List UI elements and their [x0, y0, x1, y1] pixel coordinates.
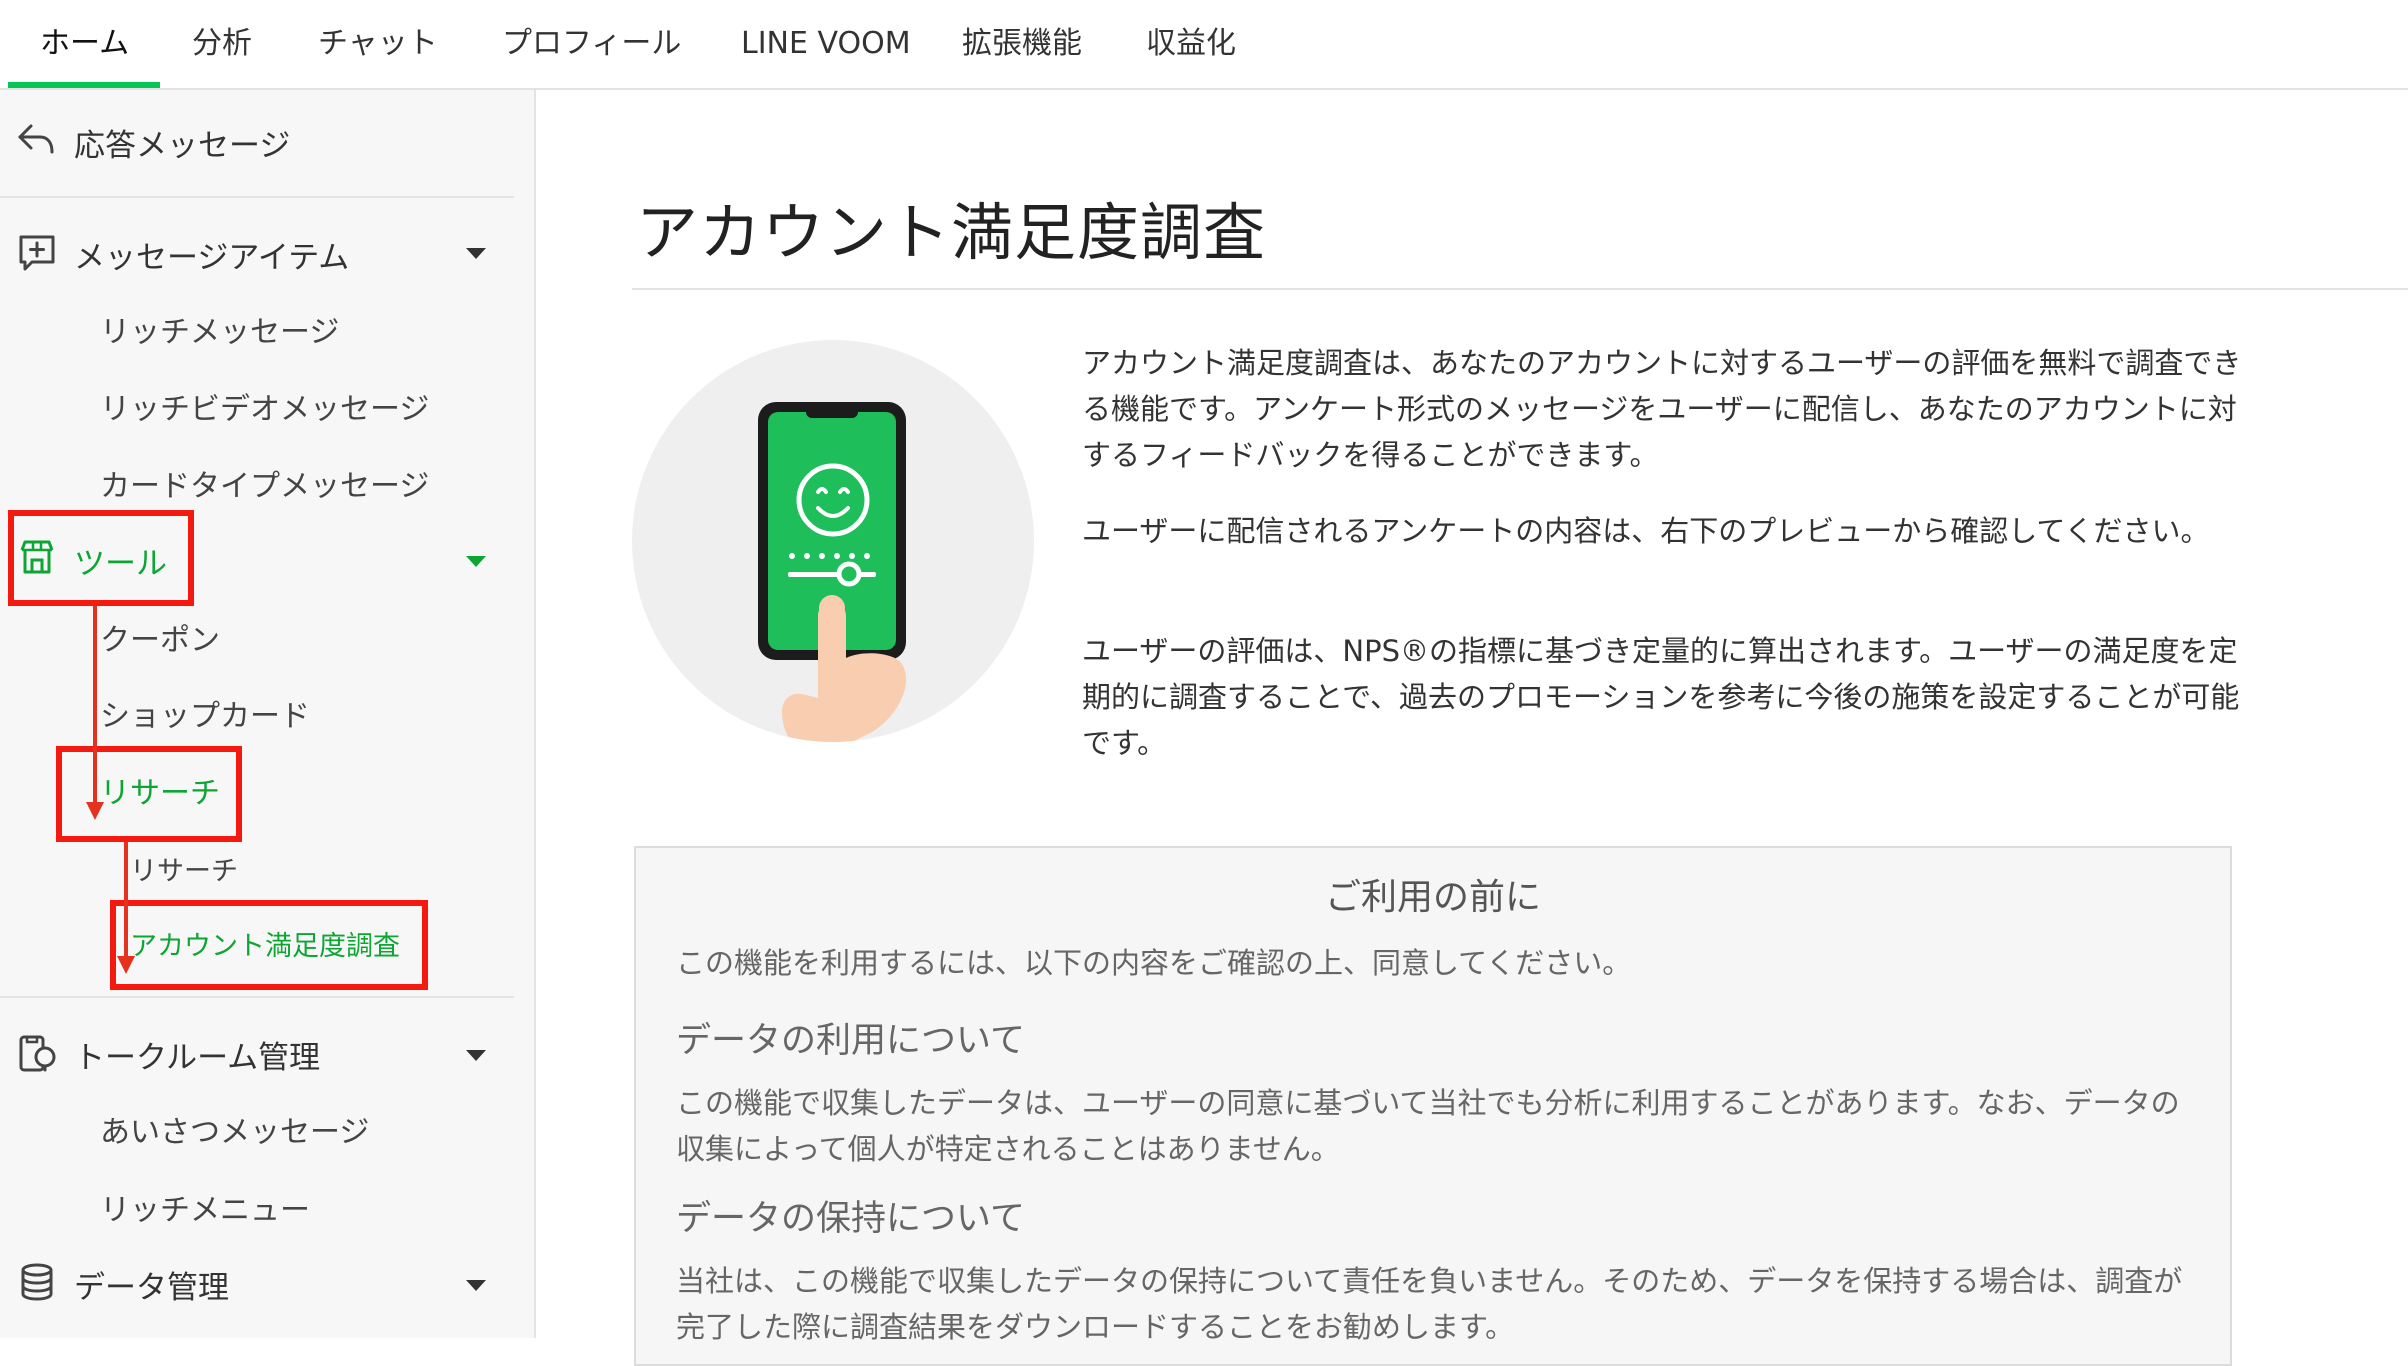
tab-profile[interactable]: プロフィール [502, 0, 681, 88]
sidebar-divider [0, 196, 514, 198]
tab-monetization[interactable]: 収益化 [1146, 0, 1236, 88]
sidebar-item-rich-video-message[interactable]: リッチビデオメッセージ [100, 384, 429, 428]
description-paragraph: ユーザーの評価は、NPS®の指標に基づき定量的に算出されます。ユーザーの満足度を… [1082, 634, 2240, 760]
message-add-icon [19, 235, 55, 271]
survey-phone-illustration [632, 340, 1034, 742]
chat-room-icon [19, 1035, 56, 1072]
page-title: アカウント満足度調査 [636, 196, 1267, 269]
description-paragraph: ユーザーに配信されるアンケートの内容は、右下のプレビューから確認してください。 [1082, 514, 2210, 548]
notice-intro: この機能を利用するには、以下の内容をご確認の上、同意してください。 [676, 946, 1632, 980]
title-divider [632, 288, 2408, 290]
sidebar-item-coupon[interactable]: クーポン [100, 615, 220, 659]
notice-section-heading: データの利用について [676, 1021, 1025, 1061]
sidebar: 応答メッセージ メッセージアイテム リッチメッセージ リッチビデオメッセージ カ… [0, 90, 536, 1338]
sidebar-item-research-sub[interactable]: リサーチ [130, 849, 238, 888]
tab-chat[interactable]: チャット [318, 0, 438, 88]
terms-notice-panel: ご利用の前に この機能を利用するには、以下の内容をご確認の上、同意してください。… [634, 846, 2232, 1366]
active-tab-indicator [8, 82, 160, 88]
chevron-down-icon[interactable] [466, 248, 486, 259]
notice-title: ご利用の前に [1324, 877, 1541, 918]
notice-section-body: 当社は、この機能で収集したデータの保持について責任を負いません。そのため、データ… [676, 1264, 2183, 1344]
sidebar-divider [0, 996, 514, 998]
highlight-survey-box [110, 900, 428, 990]
notice-section-body: この機能で収集したデータは、ユーザーの同意に基づいて当社でも分析に利用することが… [676, 1086, 2180, 1166]
chevron-down-icon[interactable] [466, 1280, 486, 1291]
database-icon [21, 1263, 53, 1301]
highlight-research-box [56, 746, 242, 842]
annotation-arrow-line [93, 606, 97, 806]
reply-icon [18, 124, 54, 154]
description-paragraph: アカウント満足度調査は、あなたのアカウントに対するユーザーの評価を無料で調査でき… [1082, 346, 2242, 472]
annotation-arrow-head [86, 802, 104, 820]
sidebar-item-rich-menu[interactable]: リッチメニュー [100, 1185, 310, 1229]
tab-line-voom[interactable]: LINE VOOM [741, 0, 911, 88]
tab-extensions[interactable]: 拡張機能 [962, 0, 1082, 88]
sidebar-item-auto-reply[interactable]: 応答メッセージ [74, 120, 290, 165]
main-content: アカウント満足度調査 アカウント満足度調査は、あなたのアカウントに対するユーザー… [536, 90, 2408, 1366]
tab-analytics[interactable]: 分析 [192, 0, 252, 88]
top-navigation: ホーム 分析 チャット プロフィール LINE VOOM 拡張機能 収益化 [0, 0, 2408, 90]
highlight-tools-box [8, 510, 194, 606]
sidebar-item-message-items[interactable]: メッセージアイテム [74, 232, 349, 277]
annotation-arrow-head [117, 956, 135, 974]
sidebar-item-rich-message[interactable]: リッチメッセージ [100, 307, 339, 351]
chevron-down-icon[interactable] [466, 556, 486, 567]
sidebar-item-greeting-message[interactable]: あいさつメッセージ [100, 1107, 369, 1151]
annotation-arrow-line [124, 842, 128, 960]
sidebar-item-card-type-message[interactable]: カードタイプメッセージ [100, 461, 429, 505]
sidebar-item-talkroom-management[interactable]: トークルーム管理 [74, 1032, 320, 1077]
chevron-down-icon[interactable] [466, 1050, 486, 1061]
tab-home[interactable]: ホーム [40, 0, 129, 88]
sidebar-item-data-management[interactable]: データ管理 [74, 1262, 229, 1307]
notice-section-heading: データの保持について [676, 1199, 1025, 1239]
sidebar-item-shop-card[interactable]: ショップカード [100, 691, 310, 735]
